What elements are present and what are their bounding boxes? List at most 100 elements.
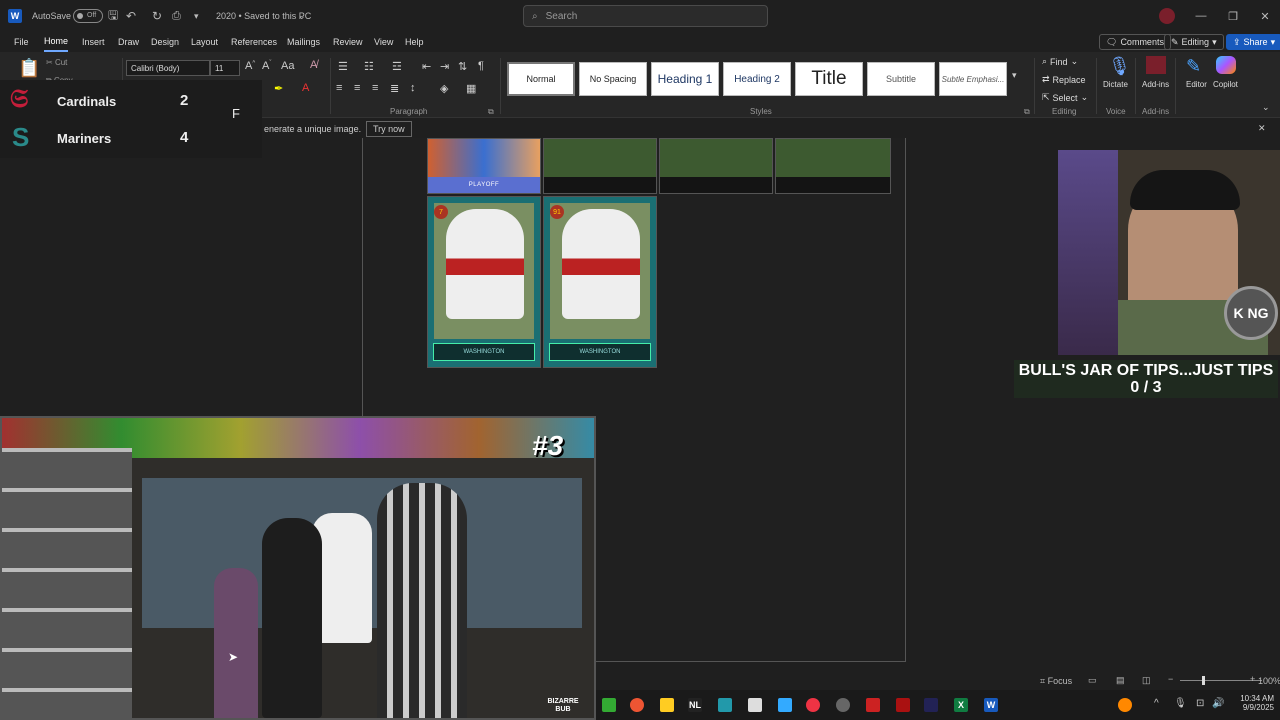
align-left-icon[interactable]: ≡ — [336, 82, 342, 94]
nl-app-icon[interactable]: NL — [688, 698, 702, 712]
style-subtle-emphasis[interactable]: Subtle Emphasi... — [939, 62, 1007, 96]
style-title[interactable]: Title — [795, 62, 863, 96]
style-heading-2[interactable]: Heading 2 — [723, 62, 791, 96]
editing-mode-button[interactable]: ✎ Editing ▾ — [1164, 34, 1224, 50]
show-marks-icon[interactable]: ¶ — [478, 60, 484, 72]
align-center-icon[interactable]: ≡ — [354, 82, 360, 94]
restore-icon[interactable]: ❐ — [1216, 0, 1250, 32]
redo-icon[interactable]: ↻ — [152, 0, 162, 32]
network-icon[interactable]: ⊡ — [1196, 698, 1204, 709]
decrease-indent-icon[interactable]: ⇤ — [422, 60, 431, 73]
change-case-icon[interactable]: Aa — [281, 60, 294, 72]
print-layout-icon[interactable]: ▤ — [1116, 675, 1125, 686]
store-icon[interactable] — [778, 698, 792, 712]
zoom-out-icon[interactable]: − — [1168, 674, 1173, 684]
app-icon[interactable] — [602, 698, 616, 712]
minimize-icon[interactable]: — — [1184, 0, 1218, 32]
font-name-select[interactable]: Calibri (Body) — [126, 60, 210, 76]
autosave-toggle[interactable]: Off — [68, 0, 103, 32]
cut-button[interactable]: ✂ Cut — [46, 58, 67, 67]
addins-icon[interactable] — [1146, 56, 1166, 74]
microphone-icon[interactable]: 🎙 — [1174, 698, 1187, 709]
comments-button[interactable]: 🗨 Comments — [1099, 34, 1171, 50]
close-icon[interactable]: ✕ — [1258, 123, 1266, 134]
app-icon[interactable] — [718, 698, 732, 712]
undo-icon[interactable]: ↶ — [126, 0, 136, 32]
search-box[interactable]: ⌕ Search — [523, 5, 768, 27]
editor-icon[interactable]: ✎ — [1186, 56, 1201, 77]
print-icon[interactable]: ⎙ — [172, 0, 181, 32]
justify-icon[interactable]: ≣ — [390, 82, 399, 95]
numbering-icon[interactable]: ☷ — [364, 60, 374, 73]
notification-badge-icon[interactable] — [1118, 698, 1132, 712]
highlight-icon[interactable]: ✒ — [274, 82, 283, 95]
font-color-icon[interactable]: A — [302, 82, 309, 94]
style-subtitle[interactable]: Subtitle — [867, 62, 935, 96]
increase-indent-icon[interactable]: ⇥ — [440, 60, 449, 73]
try-now-button[interactable]: Try now — [366, 121, 412, 137]
replace-button[interactable]: ⇄ Replace — [1042, 74, 1086, 85]
copilot-icon[interactable] — [1216, 56, 1236, 74]
tab-insert[interactable]: Insert — [82, 32, 105, 52]
browser-icon[interactable] — [630, 698, 644, 712]
tab-design[interactable]: Design — [151, 32, 179, 52]
document-title[interactable]: 2020 • Saved to this PC — [216, 0, 311, 32]
font-size-select[interactable]: 11 — [210, 60, 240, 76]
app-icon[interactable] — [924, 698, 938, 712]
styles-more-icon[interactable]: ▾ — [1012, 70, 1017, 81]
align-right-icon[interactable]: ≡ — [372, 82, 378, 94]
style-no-spacing[interactable]: No Spacing — [579, 62, 647, 96]
bullets-icon[interactable]: ☰ — [338, 60, 348, 73]
multilevel-list-icon[interactable]: ☲ — [392, 60, 402, 73]
zoom-level[interactable]: 100% — [1258, 676, 1280, 686]
style-heading-1[interactable]: Heading 1 — [651, 62, 719, 96]
customize-toolbar-icon[interactable]: ▾ — [194, 0, 199, 32]
tab-layout[interactable]: Layout — [191, 32, 218, 52]
tab-view[interactable]: View — [374, 32, 393, 52]
chevron-down-icon[interactable]: ⌄ — [298, 0, 306, 32]
zoom-slider-handle[interactable] — [1202, 676, 1205, 685]
tab-mailings[interactable]: Mailings — [287, 32, 320, 52]
read-mode-icon[interactable]: ▭ — [1088, 675, 1097, 686]
excel-icon[interactable]: X — [954, 698, 968, 712]
shading-icon[interactable]: ◈ — [440, 82, 448, 95]
microphone-icon[interactable]: 🎙 — [1108, 56, 1131, 77]
avatar[interactable] — [1159, 0, 1175, 32]
zoom-in-icon[interactable]: + — [1250, 674, 1255, 684]
focus-button[interactable]: ⌗ Focus — [1040, 676, 1072, 687]
app-icon[interactable] — [806, 698, 820, 712]
ribbon-collapse-icon[interactable]: ⌄ — [1262, 102, 1270, 113]
web-layout-icon[interactable]: ◫ — [1142, 675, 1151, 686]
grow-font-icon[interactable]: A^ — [245, 60, 255, 72]
clear-format-icon[interactable]: A̸ — [310, 59, 317, 71]
tab-draw[interactable]: Draw — [118, 32, 139, 52]
select-button[interactable]: ⇱ Select ⌄ — [1042, 92, 1088, 103]
save-icon[interactable]: 🖫 — [108, 0, 118, 32]
app-icon[interactable] — [866, 698, 880, 712]
tab-home[interactable]: Home — [44, 32, 69, 52]
line-spacing-icon[interactable]: ↕ — [410, 82, 416, 94]
clock[interactable]: 10:34 AM 9/9/2025 — [1232, 694, 1274, 712]
notes-icon[interactable] — [660, 698, 674, 712]
find-button[interactable]: ⌕ Find ⌄ — [1042, 56, 1078, 67]
sort-icon[interactable]: ⇅ — [458, 60, 467, 73]
word-icon[interactable]: W — [984, 698, 998, 712]
style-normal[interactable]: Normal — [507, 62, 575, 96]
app-window: W AutoSave Off 🖫 ↶ ↻ ⎙ ▾ 2020 • Saved to… — [0, 0, 1280, 720]
tab-review[interactable]: Review — [333, 32, 363, 52]
borders-icon[interactable]: ▦ — [466, 82, 476, 95]
app-icon[interactable] — [896, 698, 910, 712]
app-icon[interactable] — [748, 698, 762, 712]
tab-help[interactable]: Help — [405, 32, 424, 52]
chevron-up-icon[interactable]: ^ — [1154, 698, 1159, 709]
tab-file[interactable]: File — [14, 32, 29, 52]
close-icon[interactable]: ✕ — [1248, 0, 1280, 32]
app-icon[interactable] — [836, 698, 850, 712]
dialog-launcher-icon[interactable]: ⧉ — [1024, 107, 1030, 117]
paste-icon[interactable]: 📋 — [18, 58, 40, 79]
volume-icon[interactable]: 🔊 — [1212, 698, 1224, 709]
dialog-launcher-icon[interactable]: ⧉ — [488, 107, 494, 117]
tab-references[interactable]: References — [231, 32, 277, 52]
shrink-font-icon[interactable]: Aˇ — [262, 60, 271, 72]
share-button[interactable]: ⇪ Share ▾ — [1226, 34, 1280, 50]
